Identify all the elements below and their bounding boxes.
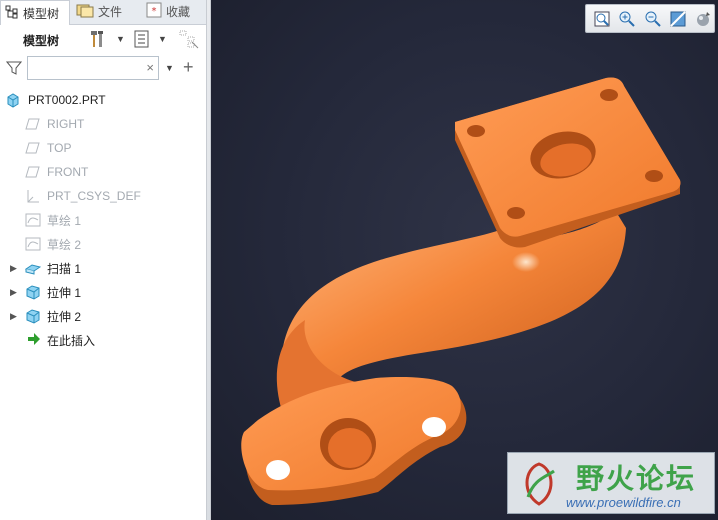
pipe-highlight bbox=[512, 252, 540, 272]
tree-item-label: 拉伸 2 bbox=[47, 309, 82, 324]
tree-item-right[interactable]: RIGHT bbox=[0, 112, 206, 136]
view-toolbar bbox=[585, 4, 715, 33]
panel-tabs: 模型树 文件 * 收藏 bbox=[0, 0, 206, 25]
watermark: 野火论坛 www.proewildfire.cn bbox=[507, 452, 715, 514]
datum-plane-icon bbox=[25, 164, 41, 180]
repaint-icon[interactable] bbox=[667, 8, 688, 30]
tree-item-label: PRT0002.PRT bbox=[28, 93, 106, 107]
bottom-flange-hole bbox=[266, 460, 290, 480]
filter-icon[interactable] bbox=[5, 60, 23, 79]
add-icon[interactable]: + bbox=[183, 57, 194, 78]
zoom-in-icon[interactable] bbox=[616, 8, 637, 30]
tab-favorites-label: 收藏 bbox=[166, 5, 191, 19]
show-list-icon[interactable] bbox=[133, 30, 151, 51]
expand-arrow-icon[interactable]: ▶ bbox=[10, 263, 17, 274]
tree-item-label: 草绘 2 bbox=[47, 237, 82, 252]
tab-files[interactable]: 文件 bbox=[72, 0, 138, 23]
tree-item-csys[interactable]: PRT_CSYS_DEF bbox=[0, 184, 206, 208]
clear-icon[interactable]: × bbox=[146, 60, 154, 75]
tree-item-label: RIGHT bbox=[47, 117, 85, 131]
tree-item-label: 在此插入 bbox=[47, 333, 96, 348]
watermark-url: www.proewildfire.cn bbox=[566, 495, 681, 510]
extrude-icon bbox=[25, 284, 41, 300]
pipe-body bbox=[281, 210, 626, 400]
display-style-icon[interactable] bbox=[693, 8, 714, 30]
extrude-icon bbox=[25, 308, 41, 324]
tree-item-label: PRT_CSYS_DEF bbox=[47, 189, 141, 203]
top-flange-hole bbox=[600, 89, 618, 101]
datum-plane-icon bbox=[25, 116, 41, 132]
tree-item-label: 草绘 1 bbox=[47, 213, 82, 228]
forum-logo-icon bbox=[514, 459, 564, 512]
tree-item-sweep-1[interactable]: ▶ 扫描 1 bbox=[0, 256, 206, 280]
bottom-flange-bore-inner bbox=[328, 428, 372, 468]
graphics-viewport[interactable] bbox=[211, 0, 718, 520]
tree-item-extrude-1[interactable]: ▶ 拉伸 1 bbox=[0, 280, 206, 304]
datum-plane-icon bbox=[25, 140, 41, 156]
search-input[interactable]: × bbox=[27, 56, 159, 80]
tab-favorites[interactable]: * 收藏 bbox=[142, 0, 206, 23]
insert-arrow-icon bbox=[27, 332, 43, 348]
settings-tools-icon[interactable] bbox=[88, 29, 110, 52]
folder-icon bbox=[76, 2, 94, 21]
expand-arrow-icon[interactable]: ▶ bbox=[10, 311, 17, 322]
top-flange-hole bbox=[645, 170, 663, 182]
tree-item-label: 扫描 1 bbox=[47, 261, 82, 276]
pipe-part-model bbox=[241, 77, 681, 505]
svg-text:*: * bbox=[152, 6, 157, 17]
expand-arrow-icon[interactable]: ▶ bbox=[10, 287, 17, 298]
model-tree-icon bbox=[5, 5, 19, 22]
sketch-icon bbox=[25, 236, 41, 252]
filter-bar: × ▼ + bbox=[0, 55, 206, 83]
sketch-icon bbox=[25, 212, 41, 228]
model-tree-toolbar: 模型树 ▼ ▼ bbox=[0, 26, 206, 54]
model-tree-panel: 模型树 文件 * 收藏 模型树 ▼ ▼ × ▼ + PRT0002.PRT RI… bbox=[0, 0, 206, 520]
tree-item-label: TOP bbox=[47, 141, 72, 155]
top-flange-hole bbox=[507, 207, 525, 219]
sweep-icon bbox=[24, 260, 42, 276]
tree-item-root[interactable]: PRT0002.PRT bbox=[0, 88, 206, 112]
tree-item-top[interactable]: TOP bbox=[0, 136, 206, 160]
bottom-flange-hole bbox=[422, 417, 446, 437]
settings-dropdown-icon[interactable]: ▼ bbox=[116, 34, 125, 44]
tab-files-label: 文件 bbox=[98, 5, 123, 19]
part-icon bbox=[5, 92, 21, 108]
tree-item-extrude-2[interactable]: ▶ 拉伸 2 bbox=[0, 304, 206, 328]
model-tree-title: 模型树 bbox=[23, 34, 60, 48]
tree-item-insert-here[interactable]: 在此插入 bbox=[0, 328, 206, 352]
tree-item-sketch-2[interactable]: 草绘 2 bbox=[0, 232, 206, 256]
tab-model-tree[interactable]: 模型树 bbox=[0, 0, 70, 25]
search-dropdown-icon[interactable]: ▼ bbox=[165, 63, 174, 73]
top-flange-hole bbox=[467, 125, 485, 137]
tree-item-label: 拉伸 1 bbox=[47, 285, 82, 300]
watermark-title: 野火论坛 bbox=[576, 462, 697, 495]
show-dropdown-icon[interactable]: ▼ bbox=[158, 34, 167, 44]
tab-model-tree-label: 模型树 bbox=[23, 6, 60, 21]
tree-item-sketch-1[interactable]: 草绘 1 bbox=[0, 208, 206, 232]
favorites-icon: * bbox=[146, 2, 162, 21]
coordinate-system-icon bbox=[25, 188, 41, 204]
tree-item-label: FRONT bbox=[47, 165, 89, 179]
layer-tree-icon[interactable] bbox=[178, 29, 200, 52]
tree-item-front[interactable]: FRONT bbox=[0, 160, 206, 184]
refit-icon[interactable] bbox=[591, 8, 612, 30]
zoom-out-icon[interactable] bbox=[642, 8, 663, 30]
